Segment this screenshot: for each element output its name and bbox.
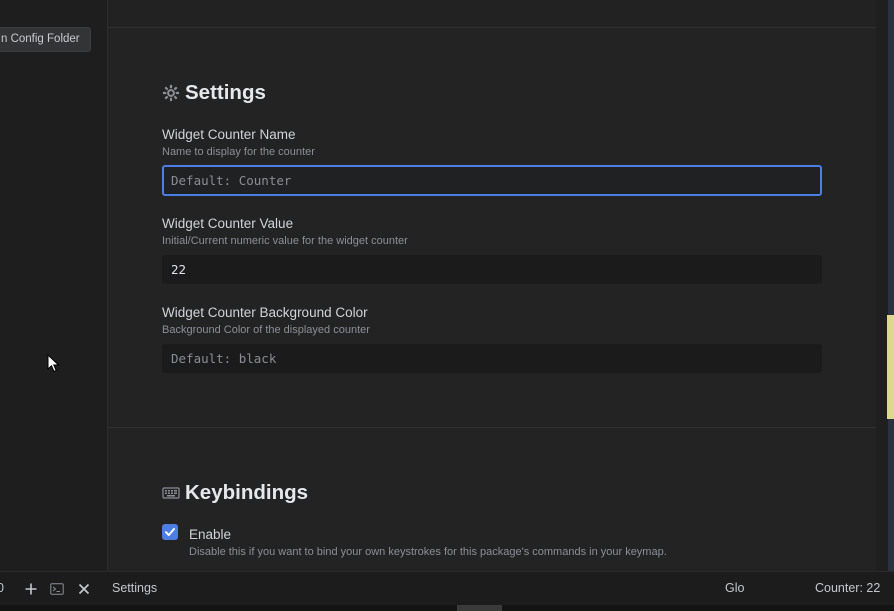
widget-counter-bg-color-description: Background Color of the displayed counte… [162,324,370,336]
bottom-strip [0,605,894,611]
adjacent-pane-highlight [887,315,894,419]
app-window: n Config Folder Settings Widget Counter … [0,0,894,611]
gear-icon [162,84,180,102]
enable-keybindings-checkbox[interactable] [162,524,178,540]
pane-top-strip [108,0,876,28]
enable-keybindings-label[interactable]: Enable [189,527,231,542]
checkmark-icon [165,528,175,536]
statusbar-left-partial[interactable]: 0 [0,581,4,595]
widget-counter-name-description: Name to display for the counter [162,146,315,158]
widget-counter-bg-color-label: Widget Counter Background Color [162,305,368,320]
plus-icon[interactable] [24,582,38,596]
sidebar: n Config Folder [0,0,108,571]
mouse-pointer-icon [47,354,60,373]
keybindings-section-title: Keybindings [162,481,308,505]
settings-title-text: Settings [185,81,266,104]
settings-section-title: Settings [162,81,266,105]
statusbar-glo[interactable]: Glo [725,581,744,595]
widget-counter-bg-color-input[interactable] [162,344,822,373]
widget-counter-value-label: Widget Counter Value [162,216,294,231]
widget-counter-name-label: Widget Counter Name [162,127,296,142]
enable-keybindings-description: Disable this if you want to bind your ow… [189,546,667,558]
terminal-icon[interactable] [50,582,64,596]
bottom-resize-handle[interactable] [457,605,502,611]
open-config-folder-button[interactable]: n Config Folder [0,27,91,52]
status-bar: 0 Settings Glo Counter: 22 [0,571,894,606]
statusbar-counter[interactable]: Counter: 22 [815,581,880,595]
widget-counter-name-input[interactable] [162,165,822,196]
adjacent-pane-edge [888,0,894,571]
statusbar-tab-label[interactable]: Settings [112,581,157,595]
widget-counter-value-input[interactable] [162,255,822,284]
keyboard-icon [162,487,180,499]
keybindings-title-text: Keybindings [185,481,309,504]
close-icon[interactable] [77,582,91,596]
widget-counter-value-description: Initial/Current numeric value for the wi… [162,235,408,247]
section-divider [108,427,876,428]
